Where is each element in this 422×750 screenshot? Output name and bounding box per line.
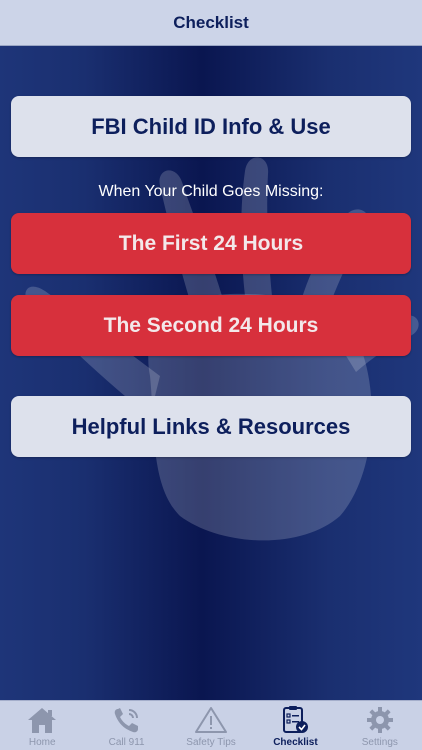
tab-call-911-label: Call 911 <box>108 737 145 748</box>
tab-checklist[interactable]: Checklist <box>253 701 337 750</box>
tab-call-911[interactable]: Call 911 <box>84 701 168 750</box>
tab-safety-tips[interactable]: Safety Tips <box>169 701 253 750</box>
tab-settings[interactable]: Settings <box>338 701 422 750</box>
phone-icon <box>110 705 144 735</box>
gear-icon <box>363 705 397 735</box>
tab-home-label: Home <box>28 737 56 748</box>
tab-bar: Home Call 911 Safety Tips Checklist Sett… <box>0 700 422 750</box>
second-24-hours-button[interactable]: The Second 24 Hours <box>11 295 411 356</box>
first-24-hours-button[interactable]: The First 24 Hours <box>11 213 411 274</box>
checklist-icon <box>278 705 312 735</box>
missing-section-label: When Your Child Goes Missing: <box>98 183 324 200</box>
tab-settings-label: Settings <box>361 737 398 748</box>
fbi-child-id-button[interactable]: FBI Child ID Info & Use <box>11 96 411 157</box>
tab-home[interactable]: Home <box>0 701 84 750</box>
page-title: Checklist <box>173 12 249 32</box>
helpful-links-button[interactable]: Helpful Links & Resources <box>11 396 411 457</box>
navigation-bar: Checklist <box>0 0 422 46</box>
main-content: FBI Child ID Info & Use When Your Child … <box>0 46 422 700</box>
home-icon <box>25 705 59 735</box>
tab-checklist-label: Checklist <box>273 737 318 748</box>
warning-icon <box>194 705 228 735</box>
tab-safety-tips-label: Safety Tips <box>186 737 236 748</box>
